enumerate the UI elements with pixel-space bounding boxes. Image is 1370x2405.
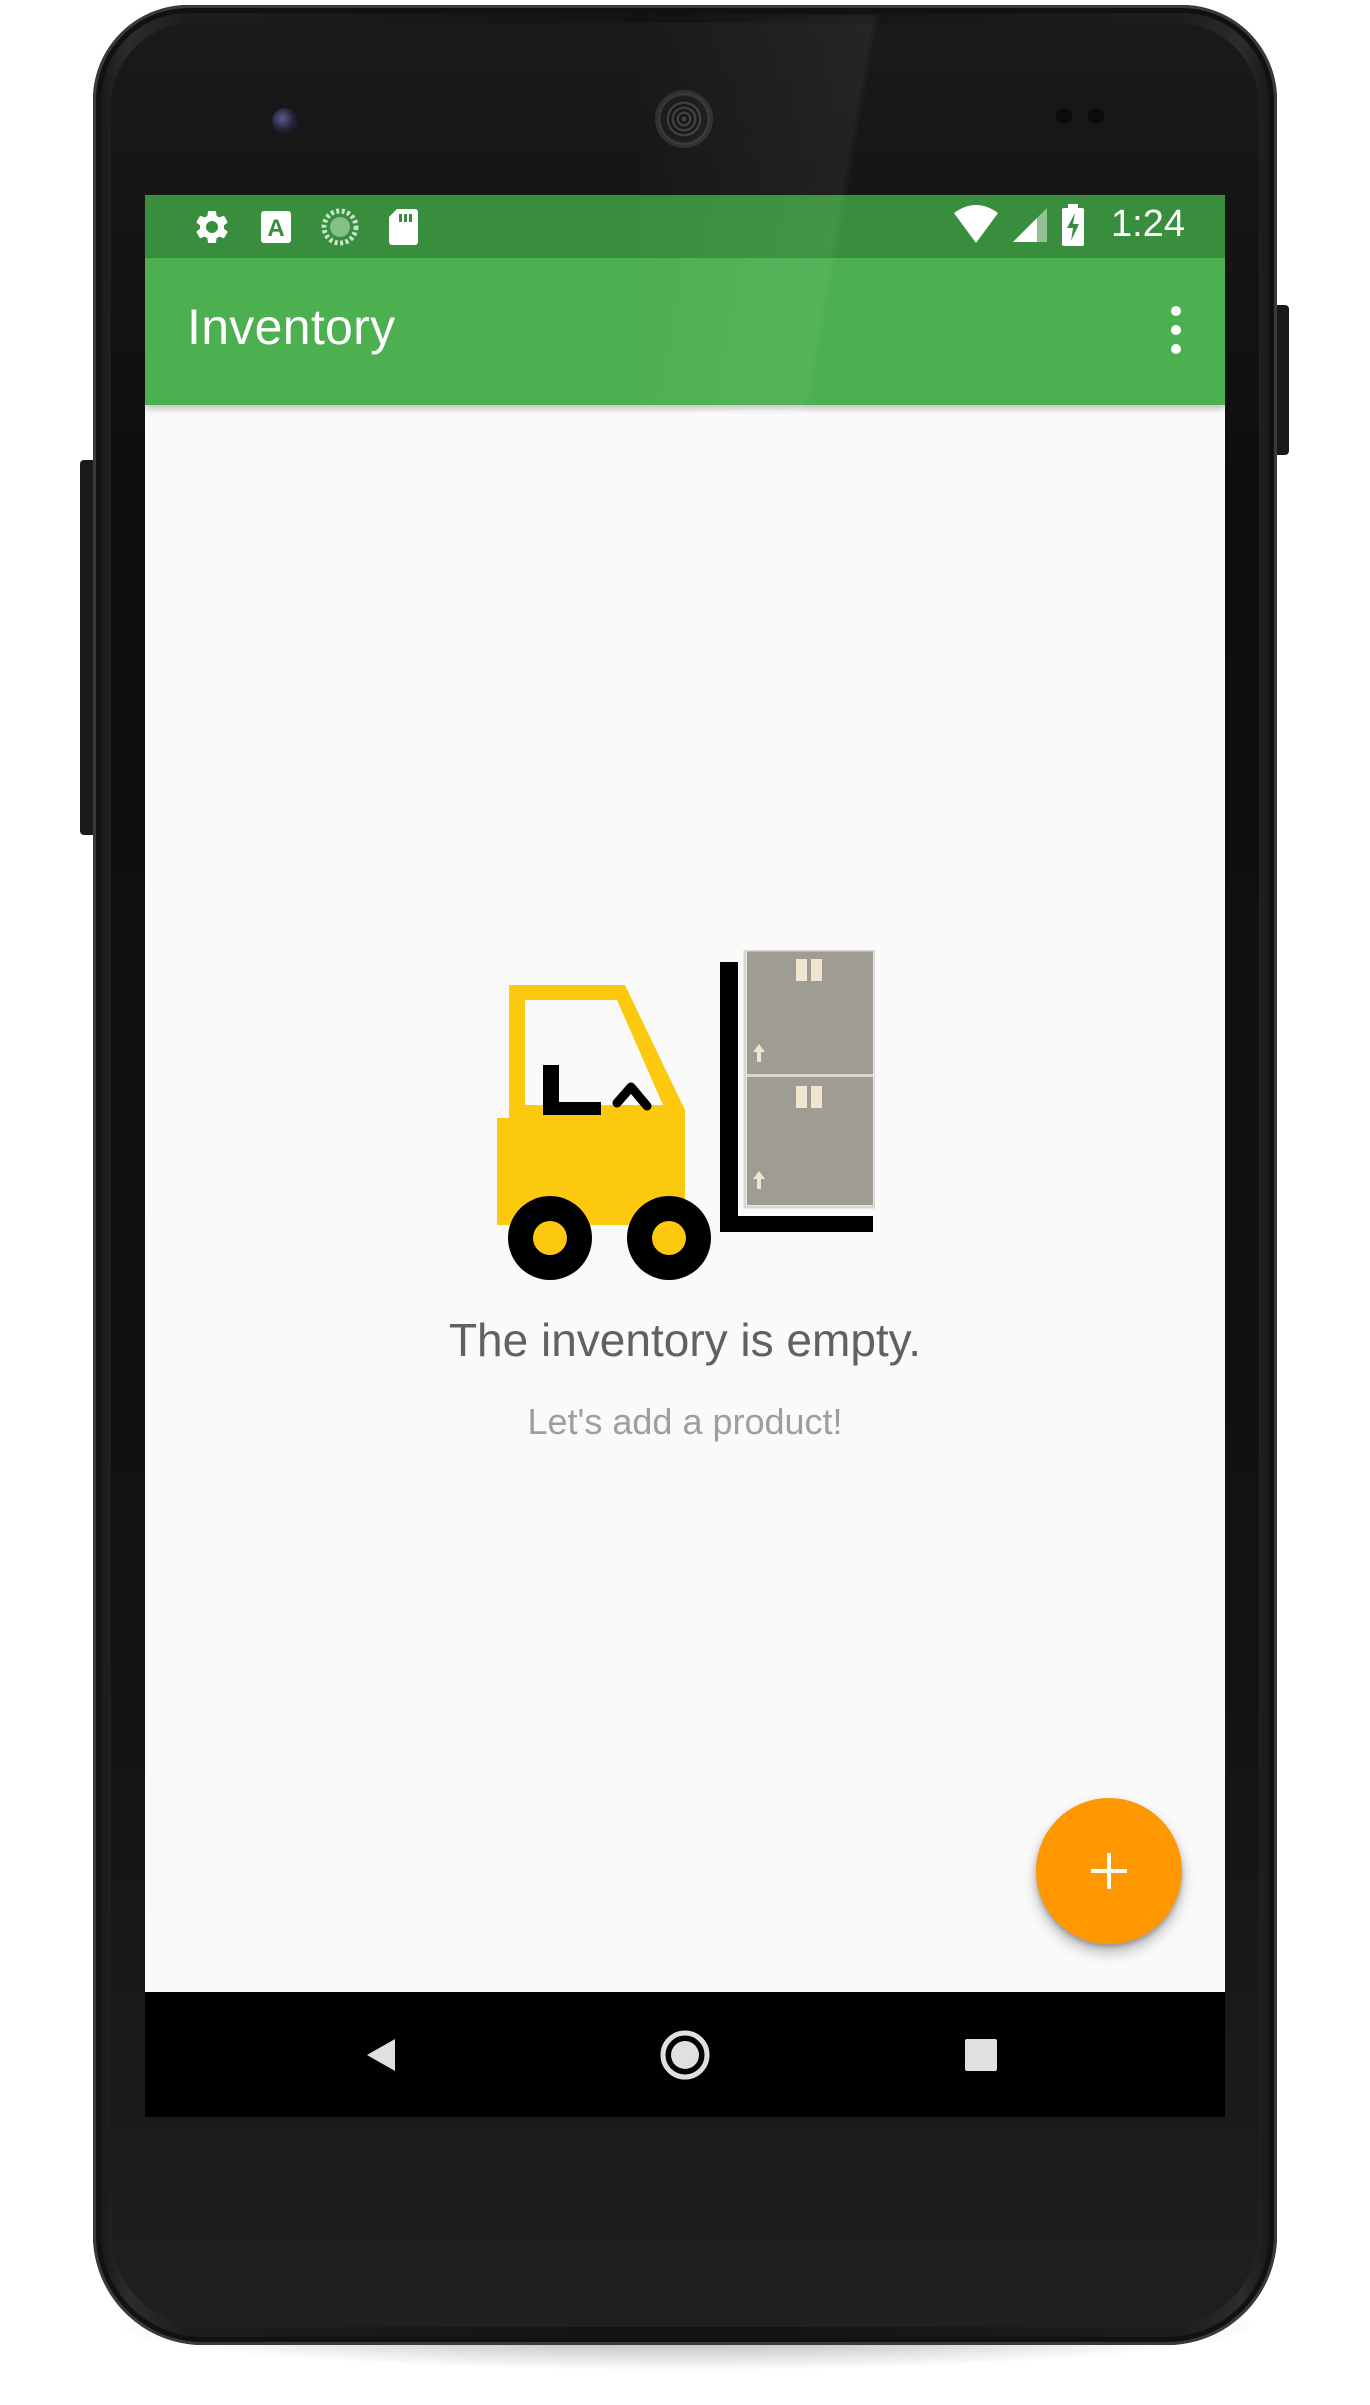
volume-button — [80, 460, 93, 835]
app-bar: Inventory — [145, 258, 1225, 405]
forklift-icon — [497, 950, 875, 1280]
recents-icon — [965, 2039, 997, 2071]
more-vert-icon-dot — [1171, 344, 1181, 354]
back-icon — [367, 2039, 395, 2071]
recents-button[interactable] — [948, 2022, 1014, 2088]
a-badge-icon: A — [261, 211, 291, 243]
power-button — [1277, 305, 1289, 455]
battery-charging-icon — [1062, 203, 1085, 246]
front-camera — [272, 108, 298, 134]
empty-state-title: The inventory is empty. — [448, 1314, 922, 1366]
plus-icon — [1091, 1853, 1127, 1889]
page-title: Inventory — [187, 299, 396, 355]
signal-icon — [1013, 207, 1048, 242]
home-icon — [660, 2030, 710, 2080]
proximity-sensor — [1056, 108, 1072, 124]
home-button[interactable] — [652, 2022, 718, 2088]
back-button[interactable] — [348, 2022, 414, 2088]
device-frame: A 1:24 Inventory The inventory is empty.… — [0, 0, 1370, 2405]
system-status: 1:24 — [953, 203, 1185, 246]
more-vert-icon-dot — [1171, 325, 1181, 335]
light-sensor — [1088, 108, 1104, 124]
gear-icon — [196, 210, 228, 243]
empty-state-subtitle: Let's add a product! — [527, 1401, 843, 1442]
svg-text:A: A — [267, 215, 284, 242]
navigation-bar — [145, 1992, 1225, 2117]
app-screen: A 1:24 Inventory The inventory is empty.… — [145, 195, 1225, 2117]
clock: 1:24 — [1111, 203, 1185, 245]
wifi-icon — [954, 204, 999, 243]
sync-progress-icon — [321, 208, 359, 246]
more-vert-icon — [1171, 306, 1181, 316]
add-product-button[interactable] — [1036, 1798, 1182, 1944]
status-bar: A 1:24 — [145, 195, 1225, 258]
more-options-button[interactable] — [1161, 300, 1191, 360]
sd-card-icon — [389, 209, 418, 245]
earpiece-speaker — [655, 90, 713, 148]
notification-icons: A — [192, 207, 419, 247]
